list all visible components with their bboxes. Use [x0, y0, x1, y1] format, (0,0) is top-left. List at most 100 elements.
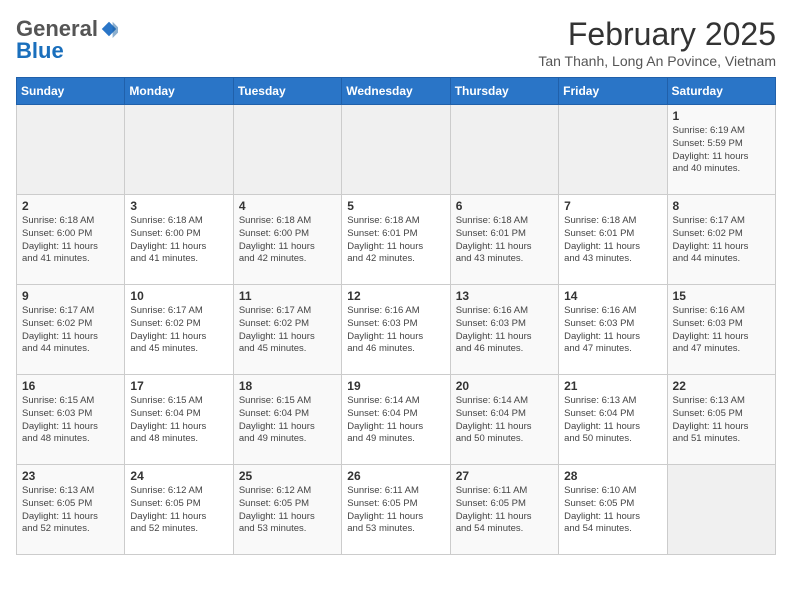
calendar-cell: 12 Sunrise: 6:16 AM Sunset: 6:03 PM Dayli…	[342, 285, 450, 375]
calendar-cell: 26Sunrise: 6:11 AM Sunset: 6:05 PM Dayli…	[342, 465, 450, 555]
calendar-week-2: 9 Sunrise: 6:17 AM Sunset: 6:02 PM Daylig…	[17, 285, 776, 375]
calendar-cell	[667, 465, 775, 555]
page-header: General Blue February 2025 Tan Thanh, Lo…	[16, 16, 776, 69]
calendar-cell: 20 Sunrise: 6:14 AM Sunset: 6:04 PM Dayli…	[450, 375, 558, 465]
subtitle: Tan Thanh, Long An Povince, Vietnam	[538, 53, 776, 69]
header-monday: Monday	[125, 78, 233, 105]
day-number: 19	[347, 379, 444, 393]
calendar-cell: 2 Sunrise: 6:18 AM Sunset: 6:00 PM Daylig…	[17, 195, 125, 285]
day-number: 11	[239, 289, 336, 303]
day-number: 4	[239, 199, 336, 213]
day-info: Sunrise: 6:18 AM Sunset: 6:01 PM Dayligh…	[456, 215, 553, 266]
calendar-cell: 27 Sunrise: 6:11 AM Sunset: 6:05 PM Dayli…	[450, 465, 558, 555]
day-number: 10	[130, 289, 227, 303]
header-tuesday: Tuesday	[233, 78, 341, 105]
day-info: Sunrise: 6:18 AM Sunset: 6:00 PM Dayligh…	[130, 215, 227, 266]
day-number: 12	[347, 289, 444, 303]
calendar-cell: 11 Sunrise: 6:17 AM Sunset: 6:02 PM Dayli…	[233, 285, 341, 375]
day-info: Sunrise: 6:16 AM Sunset: 6:03 PM Dayligh…	[347, 305, 444, 356]
day-number: 25	[239, 469, 336, 483]
day-info: Sunrise: 6:14 AM Sunset: 6:04 PM Dayligh…	[456, 395, 553, 446]
day-info: Sunrise: 6:10 AM Sunset: 6:05 PM Dayligh…	[564, 485, 661, 536]
day-info: Sunrise: 6:18 AM Sunset: 6:00 PM Dayligh…	[22, 215, 119, 266]
day-number: 28	[564, 469, 661, 483]
header-sunday: Sunday	[17, 78, 125, 105]
day-number: 21	[564, 379, 661, 393]
calendar-cell	[125, 105, 233, 195]
calendar-cell: 23Sunrise: 6:13 AM Sunset: 6:05 PM Dayli…	[17, 465, 125, 555]
day-number: 16	[22, 379, 119, 393]
day-info: Sunrise: 6:17 AM Sunset: 6:02 PM Dayligh…	[239, 305, 336, 356]
logo-blue-text: Blue	[16, 38, 64, 64]
day-number: 17	[130, 379, 227, 393]
day-info: Sunrise: 6:18 AM Sunset: 6:01 PM Dayligh…	[564, 215, 661, 266]
day-info: Sunrise: 6:18 AM Sunset: 6:00 PM Dayligh…	[239, 215, 336, 266]
day-info: Sunrise: 6:17 AM Sunset: 6:02 PM Dayligh…	[22, 305, 119, 356]
calendar-cell: 19 Sunrise: 6:14 AM Sunset: 6:04 PM Dayli…	[342, 375, 450, 465]
calendar-cell: 18 Sunrise: 6:15 AM Sunset: 6:04 PM Dayli…	[233, 375, 341, 465]
logo: General Blue	[16, 16, 118, 64]
calendar-table: SundayMondayTuesdayWednesdayThursdayFrid…	[16, 77, 776, 555]
day-number: 5	[347, 199, 444, 213]
day-info: Sunrise: 6:13 AM Sunset: 6:05 PM Dayligh…	[22, 485, 119, 536]
day-info: Sunrise: 6:17 AM Sunset: 6:02 PM Dayligh…	[130, 305, 227, 356]
calendar-cell: 28 Sunrise: 6:10 AM Sunset: 6:05 PM Dayli…	[559, 465, 667, 555]
day-number: 7	[564, 199, 661, 213]
day-number: 13	[456, 289, 553, 303]
calendar-cell: 15Sunrise: 6:16 AM Sunset: 6:03 PM Dayli…	[667, 285, 775, 375]
day-info: Sunrise: 6:11 AM Sunset: 6:05 PM Dayligh…	[456, 485, 553, 536]
calendar-cell: 14Sunrise: 6:16 AM Sunset: 6:03 PM Dayli…	[559, 285, 667, 375]
day-info: Sunrise: 6:15 AM Sunset: 6:03 PM Dayligh…	[22, 395, 119, 446]
calendar-cell: 10 Sunrise: 6:17 AM Sunset: 6:02 PM Dayli…	[125, 285, 233, 375]
header-wednesday: Wednesday	[342, 78, 450, 105]
calendar-cell: 8 Sunrise: 6:17 AM Sunset: 6:02 PM Daylig…	[667, 195, 775, 285]
calendar-week-0: 1Sunrise: 6:19 AM Sunset: 5:59 PM Daylig…	[17, 105, 776, 195]
day-info: Sunrise: 6:16 AM Sunset: 6:03 PM Dayligh…	[456, 305, 553, 356]
calendar-cell: 16 Sunrise: 6:15 AM Sunset: 6:03 PM Dayli…	[17, 375, 125, 465]
calendar-cell: 4 Sunrise: 6:18 AM Sunset: 6:00 PM Daylig…	[233, 195, 341, 285]
calendar-cell	[342, 105, 450, 195]
day-info: Sunrise: 6:14 AM Sunset: 6:04 PM Dayligh…	[347, 395, 444, 446]
day-number: 27	[456, 469, 553, 483]
day-number: 24	[130, 469, 227, 483]
day-info: Sunrise: 6:18 AM Sunset: 6:01 PM Dayligh…	[347, 215, 444, 266]
day-number: 18	[239, 379, 336, 393]
day-number: 26	[347, 469, 444, 483]
calendar-week-1: 2 Sunrise: 6:18 AM Sunset: 6:00 PM Daylig…	[17, 195, 776, 285]
day-info: Sunrise: 6:15 AM Sunset: 6:04 PM Dayligh…	[130, 395, 227, 446]
calendar-cell	[17, 105, 125, 195]
day-info: Sunrise: 6:12 AM Sunset: 6:05 PM Dayligh…	[239, 485, 336, 536]
calendar-cell: 6 Sunrise: 6:18 AM Sunset: 6:01 PM Daylig…	[450, 195, 558, 285]
day-info: Sunrise: 6:17 AM Sunset: 6:02 PM Dayligh…	[673, 215, 770, 266]
calendar-cell: 5 Sunrise: 6:18 AM Sunset: 6:01 PM Daylig…	[342, 195, 450, 285]
day-number: 6	[456, 199, 553, 213]
calendar-week-4: 23Sunrise: 6:13 AM Sunset: 6:05 PM Dayli…	[17, 465, 776, 555]
title-block: February 2025 Tan Thanh, Long An Povince…	[538, 16, 776, 69]
header-saturday: Saturday	[667, 78, 775, 105]
day-number: 8	[673, 199, 770, 213]
day-number: 9	[22, 289, 119, 303]
calendar-cell	[559, 105, 667, 195]
calendar-week-3: 16 Sunrise: 6:15 AM Sunset: 6:03 PM Dayli…	[17, 375, 776, 465]
header-thursday: Thursday	[450, 78, 558, 105]
day-number: 22	[673, 379, 770, 393]
day-info: Sunrise: 6:13 AM Sunset: 6:05 PM Dayligh…	[673, 395, 770, 446]
calendar-cell: 9 Sunrise: 6:17 AM Sunset: 6:02 PM Daylig…	[17, 285, 125, 375]
calendar-cell: 13 Sunrise: 6:16 AM Sunset: 6:03 PM Dayli…	[450, 285, 558, 375]
header-friday: Friday	[559, 78, 667, 105]
calendar-cell: 1Sunrise: 6:19 AM Sunset: 5:59 PM Daylig…	[667, 105, 775, 195]
calendar-cell: 21 Sunrise: 6:13 AM Sunset: 6:04 PM Dayli…	[559, 375, 667, 465]
calendar-cell: 17 Sunrise: 6:15 AM Sunset: 6:04 PM Dayli…	[125, 375, 233, 465]
calendar-cell: 22 Sunrise: 6:13 AM Sunset: 6:05 PM Dayli…	[667, 375, 775, 465]
day-info: Sunrise: 6:15 AM Sunset: 6:04 PM Dayligh…	[239, 395, 336, 446]
day-number: 20	[456, 379, 553, 393]
logo-icon	[100, 20, 118, 38]
day-number: 1	[673, 109, 770, 123]
day-number: 2	[22, 199, 119, 213]
calendar-cell	[450, 105, 558, 195]
day-info: Sunrise: 6:13 AM Sunset: 6:04 PM Dayligh…	[564, 395, 661, 446]
calendar-cell: 3 Sunrise: 6:18 AM Sunset: 6:00 PM Daylig…	[125, 195, 233, 285]
calendar-cell	[233, 105, 341, 195]
day-info: Sunrise: 6:12 AM Sunset: 6:05 PM Dayligh…	[130, 485, 227, 536]
day-number: 3	[130, 199, 227, 213]
